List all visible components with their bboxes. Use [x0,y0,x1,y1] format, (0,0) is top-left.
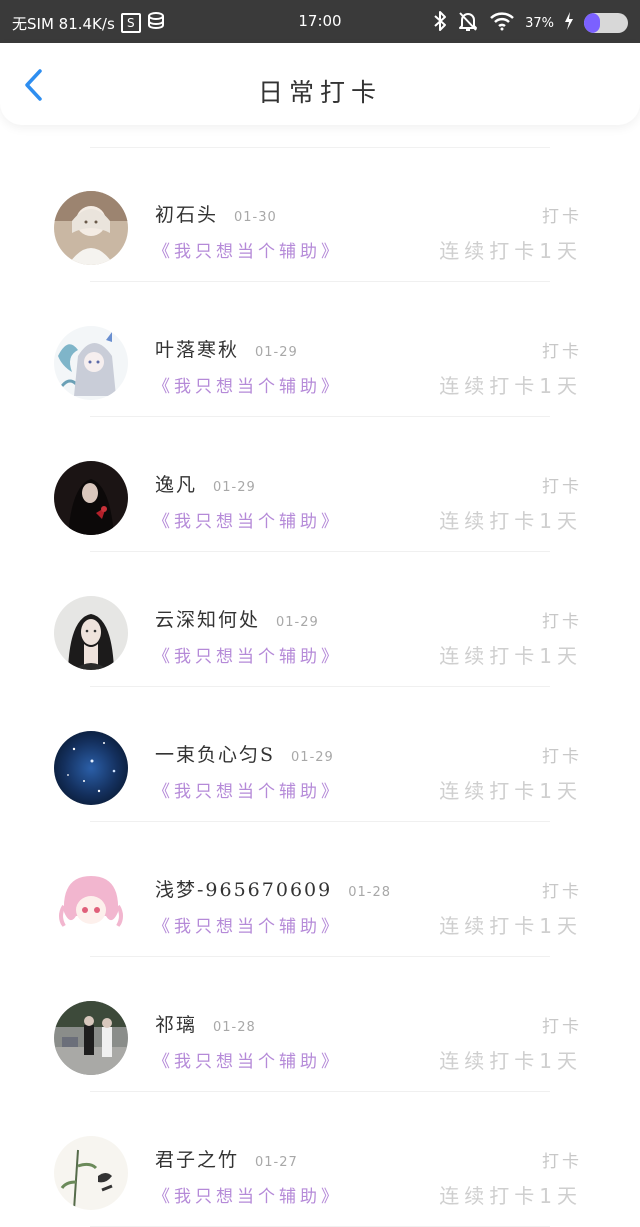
group-tag: 《我只想当个辅助》 [153,1052,342,1072]
user-name: 浅梦-965670609 [155,879,333,901]
dragon-girl-avatar-image [54,326,128,400]
list-item[interactable]: 君子之竹 01-27 《我只想当个辅助》 打卡 连续打卡1天 [0,1092,640,1227]
user-name: 君子之竹 [155,1149,240,1171]
girl-portrait-avatar-image [54,596,128,670]
checkin-list: 初石头 01-30 《我只想当个辅助》 打卡 连续打卡1天 叶落寒秋 01-29… [0,147,640,1227]
girl-portrait-avatar[interactable] [54,596,128,670]
bluetooth-icon [433,10,447,36]
group-tag: 《我只想当个辅助》 [153,782,342,802]
post-date: 01-28 [348,885,391,900]
pink-hair-chibi-avatar[interactable] [54,866,128,940]
checkin-action[interactable]: 打卡 [542,202,582,227]
streak-text: 连续打卡1天 [439,914,582,938]
wifi-icon [489,11,515,35]
anime-girl-white-avatar[interactable] [54,191,128,265]
dragon-girl-avatar[interactable] [54,326,128,400]
post-date: 01-28 [213,1020,256,1035]
status-bar: 无SIM 81.4K/s S 17:00 37% [0,0,640,43]
streak-text: 连续打卡1天 [439,779,582,803]
post-date: 01-29 [255,345,298,360]
streak-text: 连续打卡1天 [439,239,582,263]
list-item[interactable]: 祁璃 01-28 《我只想当个辅助》 打卡 连续打卡1天 [0,957,640,1092]
list-item[interactable]: 浅梦-965670609 01-28 《我只想当个辅助》 打卡 连续打卡1天 [0,822,640,957]
app-header: 日常打卡 [0,43,640,125]
name-line: 初石头 01-30 [155,200,277,227]
post-date: 01-29 [291,750,334,765]
streak-text: 连续打卡1天 [439,374,582,398]
group-tag: 《我只想当个辅助》 [153,377,342,397]
checkin-action[interactable]: 打卡 [542,742,582,767]
group-tag: 《我只想当个辅助》 [153,917,342,937]
battery-level [584,13,601,33]
bamboo-ink-avatar[interactable] [54,1136,128,1210]
page-title: 日常打卡 [257,78,382,107]
group-tag: 《我只想当个辅助》 [153,1187,342,1207]
group-tag: 《我只想当个辅助》 [153,647,342,667]
user-name: 祁璃 [155,1014,198,1036]
streak-text: 连续打卡1天 [439,644,582,668]
starry-sky-avatar[interactable] [54,731,128,805]
bamboo-ink-avatar-image [54,1136,128,1210]
post-date: 01-30 [234,210,277,225]
post-date: 01-29 [213,480,256,495]
streak-text: 连续打卡1天 [439,1049,582,1073]
name-line: 浅梦-965670609 01-28 [155,875,391,902]
street-photo-avatar-image [54,1001,128,1075]
checkin-action[interactable]: 打卡 [542,472,582,497]
name-line: 一束负心匀S 01-29 [155,740,334,767]
name-line: 叶落寒秋 01-29 [155,335,298,362]
streak-text: 连续打卡1天 [439,509,582,533]
name-line: 逸凡 01-29 [155,470,256,497]
mute-icon [457,10,479,36]
starry-sky-avatar-image [54,731,128,805]
anime-girl-white-avatar-image [54,191,128,265]
street-photo-avatar[interactable] [54,1001,128,1075]
user-name: 逸凡 [155,474,198,496]
pink-hair-chibi-avatar-image [54,866,128,940]
name-line: 祁璃 01-28 [155,1010,256,1037]
name-line: 云深知何处 01-29 [155,605,319,632]
dark-hair-figure-avatar-image [54,461,128,535]
checkin-action[interactable]: 打卡 [542,1012,582,1037]
user-name: 云深知何处 [155,609,261,631]
streak-text: 连续打卡1天 [439,1184,582,1208]
list-item[interactable]: 初石头 01-30 《我只想当个辅助》 打卡 连续打卡1天 [0,147,640,282]
user-name: 一束负心匀S [155,744,276,766]
user-name: 初石头 [155,204,219,226]
post-date: 01-29 [276,615,319,630]
name-line: 君子之竹 01-27 [155,1145,298,1172]
battery-percent: 37% [525,15,554,31]
checkin-action[interactable]: 打卡 [542,1147,582,1172]
user-name: 叶落寒秋 [155,339,240,361]
checkin-action[interactable]: 打卡 [542,607,582,632]
checkin-action[interactable]: 打卡 [542,877,582,902]
battery-icon [584,13,628,33]
checkin-action[interactable]: 打卡 [542,337,582,362]
list-item[interactable]: 逸凡 01-29 《我只想当个辅助》 打卡 连续打卡1天 [0,417,640,552]
list-item[interactable]: 云深知何处 01-29 《我只想当个辅助》 打卡 连续打卡1天 [0,552,640,687]
group-tag: 《我只想当个辅助》 [153,512,342,532]
list-item[interactable]: 一束负心匀S 01-29 《我只想当个辅助》 打卡 连续打卡1天 [0,687,640,822]
group-tag: 《我只想当个辅助》 [153,242,342,262]
charging-icon [564,12,574,34]
list-item[interactable]: 叶落寒秋 01-29 《我只想当个辅助》 打卡 连续打卡1天 [0,282,640,417]
dark-hair-figure-avatar[interactable] [54,461,128,535]
post-date: 01-27 [255,1155,298,1170]
status-right: 37% [433,10,628,36]
